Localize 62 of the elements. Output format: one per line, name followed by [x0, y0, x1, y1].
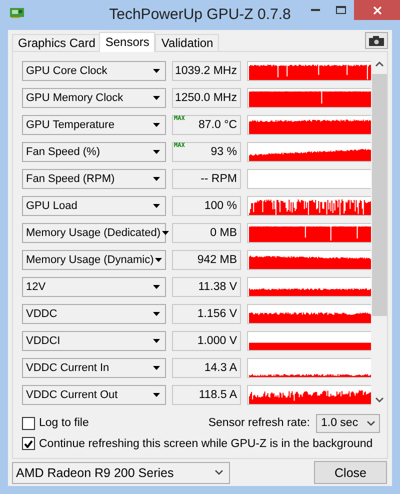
dropdown-arrow-icon	[153, 177, 160, 181]
sensor-dropdown[interactable]: Memory Usage (Dedicated)	[22, 223, 166, 243]
dropdown-arrow-icon	[153, 312, 160, 316]
dropdown-arrow-icon	[153, 96, 160, 100]
screenshot-button[interactable]	[365, 32, 388, 49]
camera-icon	[369, 36, 384, 46]
sensor-value: 87.0 °C	[198, 119, 237, 131]
checkbox-label: Continue refreshing this screen while GPU-Z is in the background	[39, 438, 373, 450]
close-button[interactable]: Close	[314, 461, 387, 484]
tab[interactable]: Validation	[155, 34, 220, 51]
checkbox[interactable]	[22, 416, 35, 430]
sensor-value: 1.000 V	[172, 331, 241, 351]
sensor-value: 14.3 A	[172, 358, 241, 378]
dropdown-arrow-icon	[153, 150, 160, 154]
sensor-dropdown[interactable]: GPU Temperature	[22, 115, 166, 135]
sensor-dropdown[interactable]: Fan Speed (%)	[22, 142, 166, 162]
sensor-value: 118.5 A	[172, 385, 241, 405]
sensor-dropdown[interactable]: VDDC Current In	[22, 358, 166, 378]
sensor-dropdown[interactable]: VDDC	[22, 304, 166, 324]
sensor-value: 1039.2 MHz	[172, 61, 241, 81]
checkbox[interactable]	[22, 437, 35, 450]
dropdown-arrow-icon	[153, 393, 160, 397]
tab[interactable]: Sensors	[99, 32, 156, 52]
tab[interactable]: Graphics Card	[12, 34, 102, 51]
sensor-dropdown[interactable]: Memory Usage (Dynamic)	[22, 250, 166, 270]
dropdown-arrow-icon	[153, 204, 160, 208]
sensor-dropdown[interactable]: GPU Core Clock	[22, 61, 166, 81]
minimize-icon	[310, 9, 320, 11]
sensor-dropdown[interactable]: Fan Speed (RPM)	[22, 169, 166, 189]
gpu-dropdown[interactable]: AMD Radeon R9 200 Series	[12, 462, 230, 484]
scrollbar-thumb[interactable]	[372, 74, 387, 316]
dropdown-arrow-icon	[154, 258, 162, 262]
window-title: TechPowerUp GPU-Z 0.7.8	[109, 6, 291, 23]
dropdown-arrow-icon	[162, 231, 168, 235]
sensor-value: 11.38 V	[172, 277, 241, 297]
dropdown-arrow-icon	[153, 69, 160, 73]
graphics-card-icon	[10, 8, 24, 18]
refresh-rate-label: Sensor refresh rate:	[208, 417, 310, 429]
dropdown-arrow-icon	[153, 285, 160, 289]
refresh-rate-dropdown[interactable]: 1.0 sec	[316, 414, 380, 432]
sensor-dropdown[interactable]: 12V	[22, 277, 166, 297]
close-button[interactable]	[354, 0, 400, 20]
chevron-icon	[367, 420, 375, 426]
sensor-value: 0 MB	[172, 223, 241, 243]
chevron-icon	[215, 470, 223, 475]
sensor-value: 942 MB	[172, 250, 241, 270]
close-icon	[372, 6, 382, 14]
checkmark-icon	[24, 440, 33, 448]
dropdown-arrow-icon	[153, 366, 160, 370]
maximize-icon	[336, 6, 346, 14]
sensor-dropdown[interactable]: VDDCI	[22, 331, 166, 351]
sensor-dropdown[interactable]: GPU Load	[22, 196, 166, 216]
sensor-value: 1250.0 MHz	[172, 88, 241, 108]
checkbox-label: Log to file	[39, 417, 89, 429]
sensor-value: 1.156 V	[172, 304, 241, 324]
dropdown-arrow-icon	[153, 339, 160, 343]
sensor-value: 93 %	[210, 146, 237, 158]
sensor-dropdown[interactable]: VDDC Current Out	[22, 385, 166, 405]
sensor-value: -- RPM	[172, 169, 241, 189]
sensor-dropdown[interactable]: GPU Memory Clock	[22, 88, 166, 108]
sensor-value: 100 %	[172, 196, 241, 216]
dropdown-arrow-icon	[153, 123, 160, 127]
